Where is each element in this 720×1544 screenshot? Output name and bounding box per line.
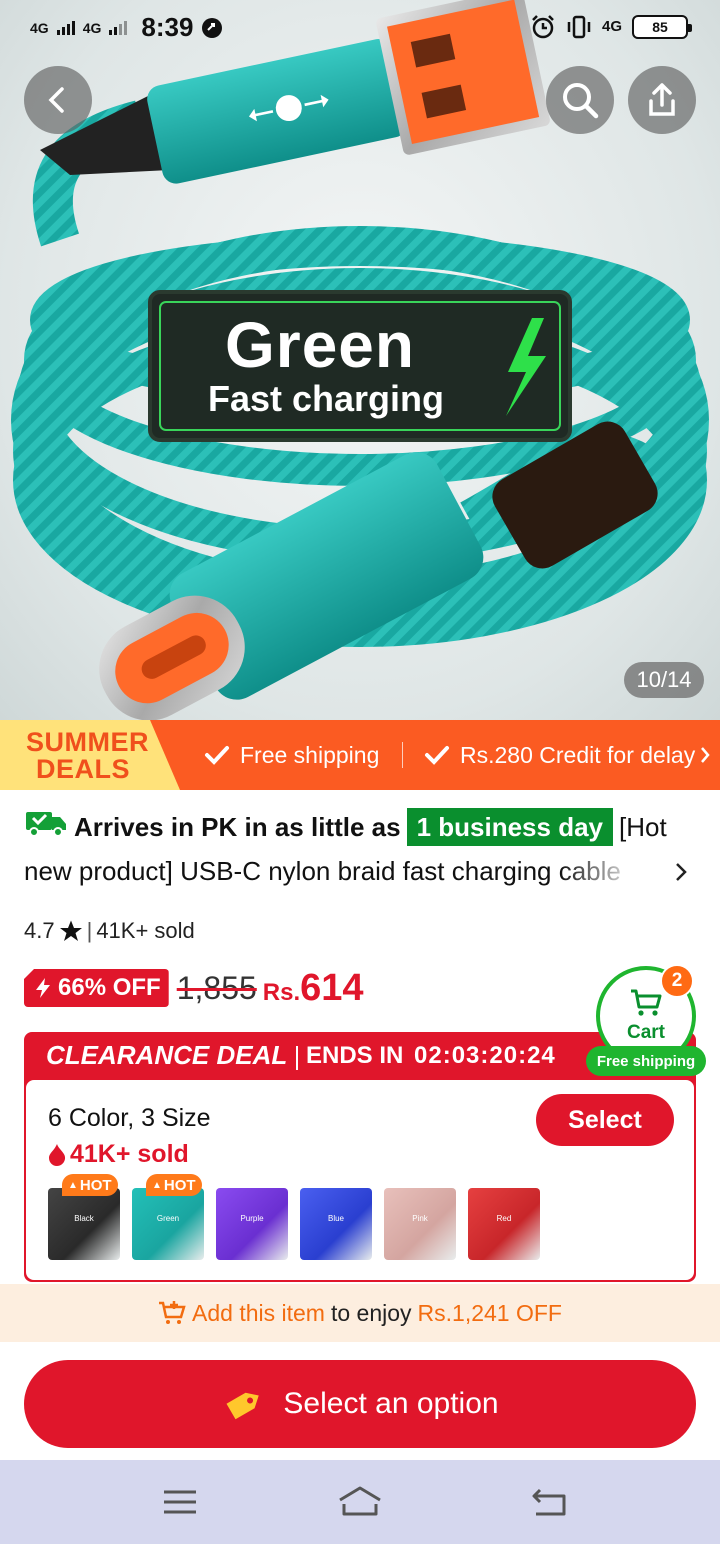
deal-ends-label: ENDS IN: [306, 1042, 404, 1069]
promo-item-label: Free shipping: [240, 741, 380, 768]
addon-bar[interactable]: Add this item to enjoy Rs.1,241 OFF: [0, 1284, 720, 1342]
cart-plus-icon: [159, 1301, 186, 1324]
sold-count: 41K+ sold: [96, 918, 195, 943]
chevron-left-icon: [48, 87, 64, 113]
menu-icon[interactable]: [162, 1482, 198, 1522]
signal-icon: [56, 20, 75, 35]
clock: 8:39: [141, 12, 194, 42]
rating-row[interactable]: 4.7 | 41K+ sold: [24, 918, 195, 944]
promo-item-label: Rs.280 Credit for delay: [460, 741, 696, 768]
chevron-right-icon: [701, 747, 710, 763]
share-button[interactable]: [628, 66, 696, 134]
title-fade: [560, 850, 660, 894]
swatch-label: Green: [156, 1214, 180, 1223]
original-price: 1,855: [176, 969, 257, 1006]
color-swatch[interactable]: Pink: [384, 1188, 456, 1260]
current-price: Rs. 614: [263, 967, 364, 1010]
signal-icon-2: [109, 20, 128, 35]
swatch-label: Pink: [412, 1214, 428, 1223]
battery-level: 85: [652, 19, 668, 35]
vibrate-icon: [567, 15, 591, 39]
hot-label: HOT: [163, 1176, 196, 1194]
color-swatch[interactable]: Black ▲ HOT: [48, 1174, 120, 1260]
cta-label: Select an option: [283, 1387, 499, 1420]
delivery-truck-icon: [24, 808, 68, 850]
search-button[interactable]: [546, 66, 614, 134]
discount-badge: 66% OFF: [24, 969, 169, 1007]
flame-icon: ▲: [68, 1179, 78, 1191]
divider: |: [86, 918, 93, 943]
flame-icon: ▲: [152, 1179, 162, 1191]
select-option-button[interactable]: Select an option: [24, 1360, 696, 1448]
check-icon: [425, 746, 449, 765]
price-row: 66% OFF 1,855 Rs. 614: [24, 966, 364, 1010]
color-swatch[interactable]: Red: [468, 1188, 540, 1260]
badge-line-1: SUMMER: [26, 727, 149, 757]
product-page: ⭠●⭢ Green Fast charging 4G 4G 8:39 4G 85…: [0, 0, 720, 1544]
cart-icon: [631, 989, 662, 1016]
color-swatch[interactable]: Blue: [300, 1188, 372, 1260]
select-button[interactable]: Select: [536, 1094, 674, 1146]
hot-badge: ▲ HOT: [62, 1174, 118, 1196]
overlay-subtitle: Fast charging: [207, 378, 445, 419]
overlay-title: Green: [225, 309, 415, 381]
check-icon: [205, 746, 229, 765]
network-label-3: 4G: [601, 18, 622, 35]
star-icon: [59, 920, 82, 941]
battery-icon: 85: [632, 15, 692, 39]
promo-free-shipping: Free shipping: [204, 720, 379, 790]
chevron-right-icon[interactable]: [674, 858, 688, 890]
promo-banner[interactable]: SUMMER DEALS Free shipping Rs.280 Credit…: [0, 720, 720, 790]
search-icon: [563, 83, 599, 119]
price-amount: 614: [300, 966, 364, 1009]
lightning-icon: [36, 978, 50, 998]
flame-icon: [49, 1143, 66, 1166]
addon-middle: to enjoy: [330, 1299, 412, 1326]
cart-free-shipping: Free shipping: [586, 1046, 706, 1076]
currency: Rs.: [262, 978, 301, 1006]
color-swatches: Black ▲ HOT Green ▲ HOT Purple Blue Pink Red: [48, 1174, 540, 1260]
back-button[interactable]: [24, 66, 92, 134]
addon-amount: Rs.1,241 OFF: [417, 1299, 562, 1326]
network-label: 4G: [30, 19, 49, 36]
notification-icon: [202, 17, 223, 38]
deal-countdown: 02:03:20:24: [414, 1042, 556, 1069]
variant-summary: 6 Color, 3 Size: [48, 1104, 211, 1132]
deal-divider: [296, 1046, 298, 1070]
summer-deals-badge: SUMMER DEALS: [0, 720, 180, 790]
arrival-badge: 1 business day: [406, 808, 613, 846]
status-bar: 4G 4G 8:39 4G 85: [0, 0, 720, 56]
addon-link[interactable]: Add this item: [192, 1300, 325, 1327]
swatch-label: Black: [74, 1214, 94, 1223]
arrival-text: Arrives in PK in as little as: [74, 812, 401, 842]
promo-credit: Rs.280 Credit for delay: [424, 720, 711, 790]
image-counter: 10/14: [624, 662, 704, 698]
deal-title: CLEARANCE DEAL: [46, 1040, 288, 1070]
tag-icon: [226, 1392, 260, 1420]
cart-count-badge: 2: [660, 964, 694, 998]
discount-text: 66% OFF: [58, 974, 161, 1001]
share-icon: [649, 83, 675, 116]
cart-label: Cart: [626, 1022, 665, 1043]
hot-label: HOT: [79, 1176, 112, 1194]
swatch-label: Blue: [327, 1214, 344, 1223]
hot-badge: ▲ HOT: [146, 1174, 202, 1196]
variant-sold-text: 41K+ sold: [70, 1140, 189, 1168]
network-label-2: 4G: [82, 19, 102, 36]
color-swatch[interactable]: Purple: [216, 1188, 288, 1260]
variant-sold: 41K+ sold: [46, 1140, 189, 1169]
swatch-label: Purple: [240, 1214, 264, 1223]
badge-line-2: DEALS: [36, 754, 131, 784]
system-nav-bar: [0, 1460, 720, 1544]
rating-value: 4.7: [24, 918, 55, 943]
color-swatch[interactable]: Green ▲ HOT: [132, 1174, 204, 1260]
swatch-label: Red: [496, 1214, 512, 1223]
back-nav-icon[interactable]: [530, 1482, 570, 1522]
promo-divider: [402, 742, 403, 768]
home-icon[interactable]: [336, 1482, 384, 1522]
alarm-icon: [532, 15, 554, 39]
variant-panel[interactable]: 6 Color, 3 Size 41K+ sold Select Black ▲ H…: [26, 1080, 694, 1280]
